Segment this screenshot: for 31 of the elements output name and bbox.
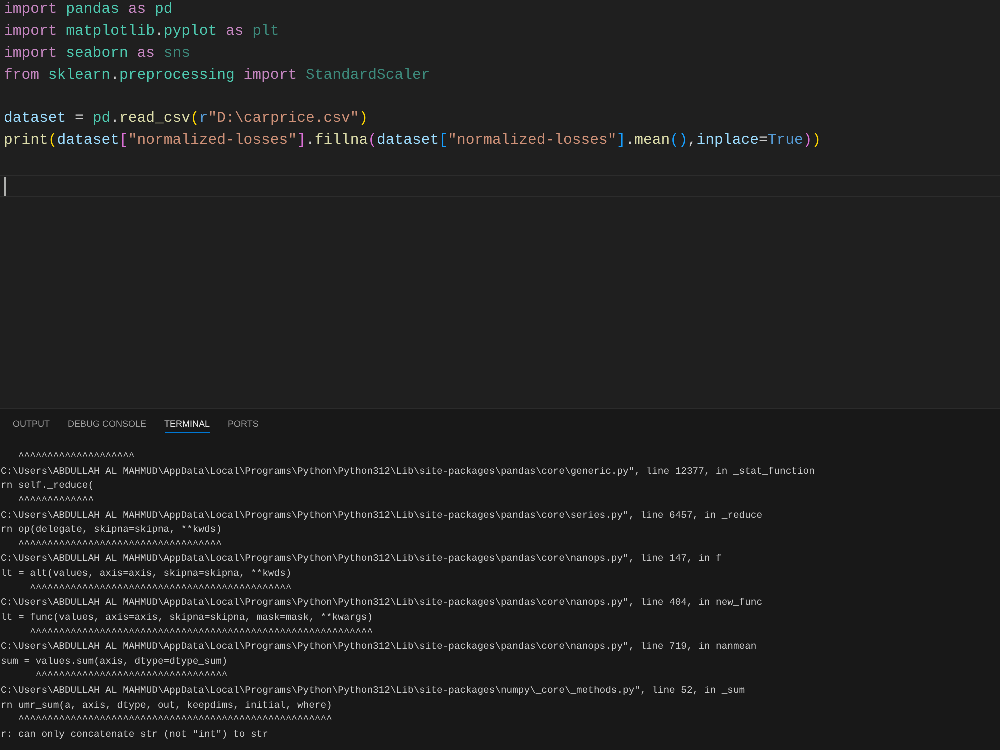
terminal-line: ^^^^^^^^^^^^^^^^^^^^^^^^^^^^^^^^^^^^^^^^^^^^^ [29, 582, 292, 596]
terminal-line: ^^^^^^^^^^^^^^^^^^^^^^^^^^^^^^^^^^^^^^^^^^^^^^^^^^^^^^^^^^^ [29, 626, 374, 640]
terminal-line: C:\Users\ABDULLAH AL MAHMUD\AppData\Local\Programs\Python\Python312\Lib\site-packages\numpy\_core\_methods.py", line 52, in _sum [1, 684, 746, 698]
terminal-line: ^^^^^^^^^^^^^ [17, 494, 94, 508]
terminal-line: rn op(delegate, skipna=skipna, **kwds) [1, 523, 222, 538]
terminal-line: ^^^^^^^^^^^^^^^^^^^^^^^^^^^^^^^^^^^^^^^^^^^^^^^^^^^^^^ [17, 713, 332, 728]
terminal-line: C:\Users\ABDULLAH AL MAHMUD\AppData\Local\Programs\Python\Python312\Lib\site-packages\pandas\core\nanops.py", line 719, in nanmean [1, 640, 757, 654]
terminal-line: rn umr_sum(a, axis, dtype, out, keepdims, initial, where) [1, 698, 332, 713]
terminal-line: rn self._reduce( [1, 479, 94, 494]
text-cursor [4, 176, 6, 196]
terminal-line: ^^^^^^^^^^^^^^^^^^^^^^^^^^^^^^^^^^^ [17, 538, 222, 552]
code-line: print(dataset["normalized-losses"].fillna(dataset["normalized-losses"].mean(),inplace=True)) [4, 132, 822, 152]
code-line: import matplotlib.pyplot as plt [4, 22, 280, 42]
terminal-line: C:\Users\ABDULLAH AL MAHMUD\AppData\Local\Programs\Python\Python312\Lib\site-packages\pandas\core\nanops.py", line 147, in f [1, 552, 722, 566]
code-line: from sklearn.preprocessing import StandardScaler [4, 66, 430, 86]
terminal-line: ^^^^^^^^^^^^^^^^^^^^^^^^^^^^^^^^^ [34, 669, 228, 684]
terminal-line: lt = func(values, axis=axis, skipna=skipna, mask=mask, **kwargs) [1, 610, 374, 625]
terminal-line: ^^^^^^^^^^^^^^^^^^^^ [17, 450, 135, 464]
terminal-line: C:\Users\ABDULLAH AL MAHMUD\AppData\Local\Programs\Python\Python312\Lib\site-packages\pandas\core\nanops.py", line 404, in new_func [1, 596, 763, 610]
terminal-line: sum = values.sum(axis, dtype=dtype_sum) [1, 654, 228, 669]
terminal-line: C:\Users\ABDULLAH AL MAHMUD\AppData\Local\Programs\Python\Python312\Lib\site-packages\pandas\core\series.py", line 6457, in _reduce [1, 508, 763, 522]
terminal-line: r: can only concatenate str (not "int") to str [1, 728, 268, 742]
code-line: import seaborn as sns [4, 44, 190, 64]
panel-tab[interactable]: TERMINAL [164, 417, 210, 433]
panel-tab[interactable]: DEBUG CONSOLE [68, 417, 147, 433]
code-line: dataset = pd.read_csv(r"D:\carprice.csv") [4, 110, 368, 130]
panel-tab[interactable]: PORTS [228, 417, 259, 433]
terminal-line: C:\Users\ABDULLAH AL MAHMUD\AppData\Local\Programs\Python\Python312\Lib\site-packages\pandas\core\generic.py", line 12377, in _stat_function [1, 464, 815, 479]
code-line: import pandas as pd [4, 1, 173, 20]
terminal-line: lt = alt(values, axis=axis, skipna=skipna, **kwds) [1, 567, 292, 581]
panel-tab[interactable]: OUTPUT [13, 417, 50, 433]
